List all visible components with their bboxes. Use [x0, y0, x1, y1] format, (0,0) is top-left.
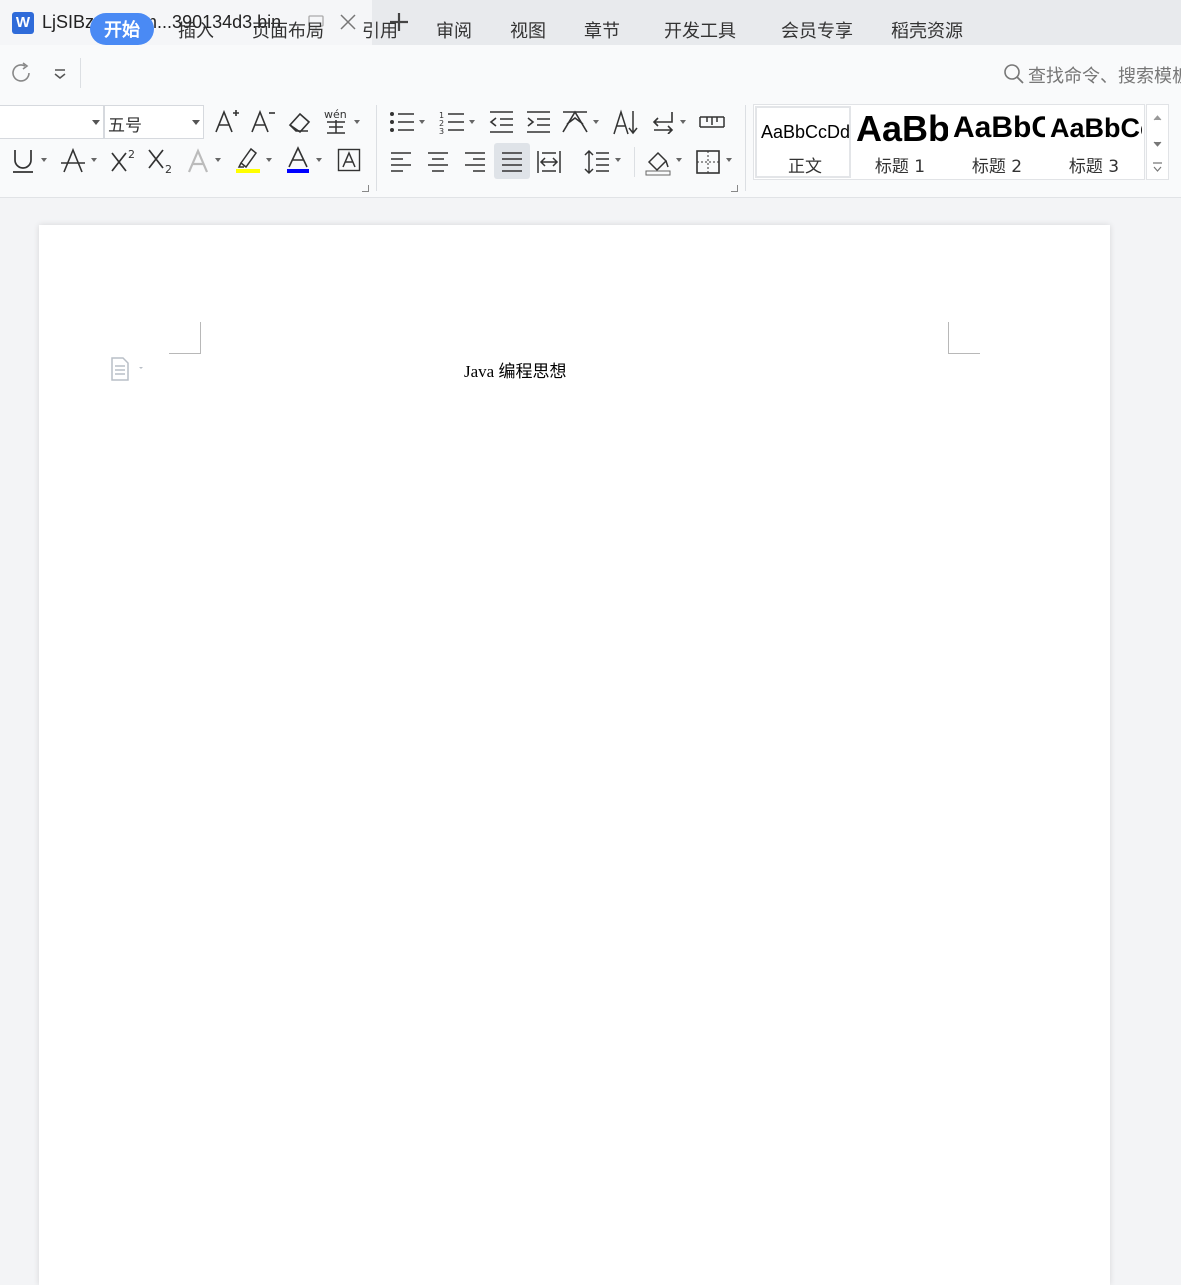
subscript-icon[interactable]: 2 — [147, 147, 175, 175]
ribbon-separator — [376, 105, 377, 191]
writer-app-icon: W — [12, 12, 34, 34]
font-dialog-launcher[interactable] — [362, 185, 369, 192]
align-right-icon[interactable] — [463, 150, 487, 174]
margin-crop-mark-right — [948, 322, 980, 354]
style-sample: AaBbC — [953, 111, 1045, 144]
distributed-align-icon[interactable] — [536, 149, 562, 175]
shrink-font-icon[interactable] — [250, 108, 276, 134]
strikethrough-icon[interactable] — [60, 146, 86, 174]
tab-insert[interactable]: 插入 — [178, 17, 214, 43]
chevron-down-icon[interactable] — [266, 158, 272, 162]
chevron-down-icon[interactable] — [680, 120, 686, 124]
numbered-list-icon[interactable]: 123 — [439, 110, 465, 134]
tab-developer-tools[interactable]: 开发工具 — [664, 17, 736, 43]
tab-review[interactable]: 审阅 — [436, 17, 472, 43]
underline-icon[interactable] — [11, 148, 35, 174]
ribbon-separator — [745, 105, 746, 191]
chevron-down-icon[interactable] — [615, 158, 621, 162]
chevron-down-icon[interactable] — [91, 158, 97, 162]
font-color-icon[interactable] — [286, 146, 310, 174]
style-name: 标题 1 — [874, 157, 926, 177]
svg-text:2: 2 — [128, 148, 135, 161]
chevron-down-icon[interactable] — [419, 120, 425, 124]
chevron-down-icon[interactable] — [676, 158, 682, 162]
chinese-layout-icon[interactable] — [561, 108, 589, 134]
tab-view[interactable]: 视图 — [510, 17, 546, 43]
tab-page-layout[interactable]: 页面布局 — [252, 17, 324, 43]
superscript-icon[interactable]: 2 — [110, 147, 138, 173]
document-page[interactable] — [39, 225, 1110, 1285]
chevron-down-icon[interactable] — [469, 120, 475, 124]
tab-stops-icon[interactable] — [698, 111, 726, 133]
chevron-down-icon[interactable] — [354, 120, 360, 124]
svg-text:2: 2 — [165, 163, 172, 175]
document-tab-title: LjSIBz4ovc7m...390134d3.bin — [42, 12, 282, 32]
chevron-down-icon[interactable] — [726, 158, 732, 162]
tab-home[interactable]: 开始 — [90, 13, 154, 45]
font-size-value: 五号 — [108, 116, 142, 136]
style-heading-1[interactable]: AaBb 标题 1 — [852, 106, 948, 178]
character-border-icon[interactable] — [337, 148, 361, 172]
search-placeholder: 查找命令、搜索模板 — [1028, 66, 1181, 87]
style-name: 标题 3 — [1068, 157, 1120, 177]
style-gallery-scroll[interactable] — [1146, 104, 1169, 180]
chevron-down-icon[interactable] — [593, 120, 599, 124]
document-body-text[interactable]: Java 编程思想 — [464, 357, 566, 382]
margin-crop-mark-left — [169, 322, 201, 354]
close-icon[interactable] — [339, 13, 357, 31]
justify-icon[interactable] — [500, 150, 524, 174]
align-center-icon[interactable] — [426, 150, 450, 174]
shading-icon[interactable] — [645, 148, 671, 176]
highlight-icon[interactable] — [235, 146, 261, 174]
style-normal[interactable]: AaBbCcDd 正文 — [755, 106, 851, 178]
show-hide-marks-icon[interactable] — [650, 110, 676, 134]
chevron-down-icon — [192, 120, 200, 125]
style-heading-3[interactable]: AaBbCc 标题 3 — [1046, 106, 1142, 178]
font-size-combo[interactable]: 五号 — [104, 105, 204, 139]
line-spacing-icon[interactable] — [584, 149, 610, 175]
style-sample: AaBbCc — [1050, 113, 1142, 143]
grow-font-icon[interactable] — [214, 108, 240, 134]
borders-icon[interactable] — [695, 149, 721, 175]
decrease-indent-icon[interactable] — [488, 110, 514, 134]
tab-member-exclusive[interactable]: 会员专享 — [781, 17, 853, 43]
style-heading-2[interactable]: AaBbC 标题 2 — [949, 106, 1045, 178]
sort-icon[interactable] — [612, 108, 638, 136]
tab-section[interactable]: 章节 — [584, 17, 620, 43]
command-search[interactable]: 查找命令、搜索模板 — [1003, 62, 1181, 88]
svg-text:wén: wén — [324, 108, 347, 121]
svg-text:3: 3 — [439, 127, 444, 134]
menu-separator — [80, 58, 81, 88]
font-name-combo[interactable] — [0, 105, 104, 139]
text-effect-icon[interactable] — [186, 148, 210, 174]
style-sample: AaBbCcDd — [761, 122, 851, 142]
style-name: 标题 2 — [971, 157, 1023, 177]
bullet-list-icon[interactable] — [389, 110, 415, 134]
tab-docer-resources[interactable]: 稻壳资源 — [891, 17, 963, 43]
ribbon-separator — [634, 147, 635, 177]
chevron-down-icon[interactable] — [316, 158, 322, 162]
align-left-icon[interactable] — [389, 150, 413, 174]
paste-options-icon[interactable] — [110, 357, 150, 381]
redo-icon[interactable] — [10, 62, 34, 84]
tab-references[interactable]: 引用 — [362, 17, 398, 43]
style-name: 正文 — [788, 157, 822, 177]
style-sample: AaBb — [856, 108, 948, 149]
chevron-down-icon[interactable] — [215, 158, 221, 162]
clear-format-icon[interactable] — [287, 110, 313, 134]
search-icon — [1004, 64, 1024, 84]
chevron-down-icon[interactable] — [41, 158, 47, 162]
chevron-down-icon — [92, 120, 100, 125]
increase-indent-icon[interactable] — [525, 110, 551, 134]
phonetic-guide-icon[interactable]: wén — [323, 107, 351, 135]
quick-access-dropdown-icon[interactable] — [52, 66, 68, 80]
paragraph-dialog-launcher[interactable] — [731, 185, 738, 192]
